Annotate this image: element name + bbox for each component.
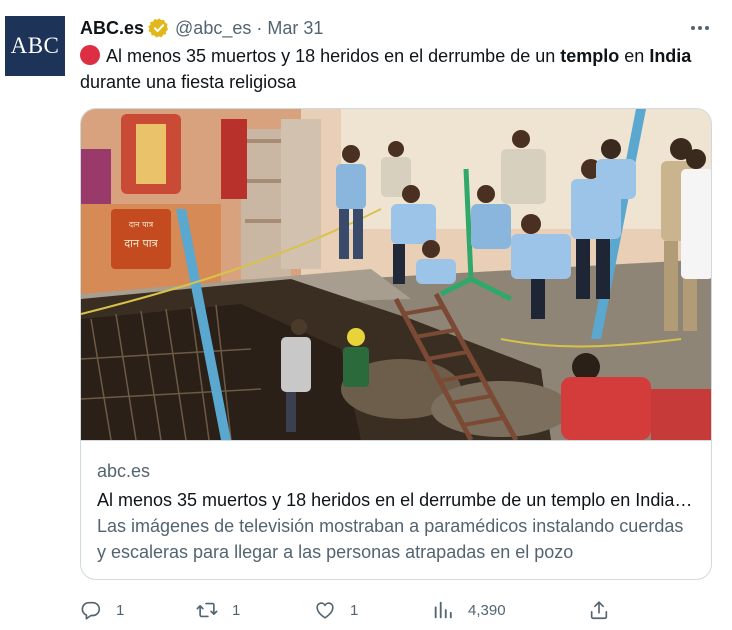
like-count: 1 (350, 601, 359, 619)
tweet-text-part: durante una fiesta religiosa (80, 72, 297, 92)
avatar[interactable]: ABC (5, 16, 65, 76)
tweet-header: ABC.es @abc_es · Mar 31 (80, 15, 323, 41)
more-icon[interactable] (688, 18, 712, 38)
tweet-text: Al menos 35 muertos y 18 heridos en el d… (80, 43, 700, 95)
red-circle-emoji-icon (80, 45, 100, 65)
share-icon (590, 601, 608, 620)
card-image[interactable]: दान पात्र दान पात्र (81, 109, 711, 440)
sign-text-top: दान पात्र (129, 220, 154, 229)
author-handle[interactable]: @abc_es (175, 18, 251, 39)
like-button[interactable]: 1 (314, 596, 358, 624)
share-button[interactable] (588, 596, 610, 624)
tweet-actions: 1 1 1 4,390 (80, 596, 620, 624)
reply-button[interactable]: 1 (80, 596, 124, 624)
repost-button[interactable]: 1 (196, 596, 240, 624)
views-count: 4,390 (468, 601, 506, 619)
rescue-scene-photo: दान पात्र दान पात्र (81, 109, 711, 440)
tweet-text-part: en (619, 46, 650, 66)
card-title: Al menos 35 muertos y 18 heridos en el d… (97, 490, 697, 510)
tweet-text-bold-india: India (649, 46, 692, 66)
link-card[interactable]: दान पात्र दान पात्र abc.es Al menos 35 m… (80, 108, 712, 580)
repost-icon (196, 602, 218, 618)
tweet-text-part: Al menos 35 muertos y 18 heridos en el d… (106, 46, 561, 66)
avatar-logo-text: ABC (10, 33, 60, 58)
author-name[interactable]: ABC.es (80, 18, 144, 39)
card-domain: abc.es (97, 461, 151, 481)
verified-badge-icon[interactable] (148, 17, 170, 39)
reply-count: 1 (116, 601, 125, 619)
views-icon (434, 601, 452, 619)
views-button[interactable]: 4,390 (432, 596, 506, 624)
sign-text-main: दान पात्र (124, 237, 158, 250)
like-icon (316, 602, 334, 619)
reply-icon (81, 601, 101, 620)
repost-count: 1 (232, 601, 241, 619)
tweet-date[interactable]: Mar 31 (267, 18, 323, 39)
tweet-text-bold-templo: templo (560, 46, 620, 66)
header-separator: · (256, 17, 263, 38)
card-info: abc.es Al menos 35 muertos y 18 heridos … (81, 440, 711, 579)
card-description: Las imágenes de televisión mostraban a p… (97, 516, 684, 562)
